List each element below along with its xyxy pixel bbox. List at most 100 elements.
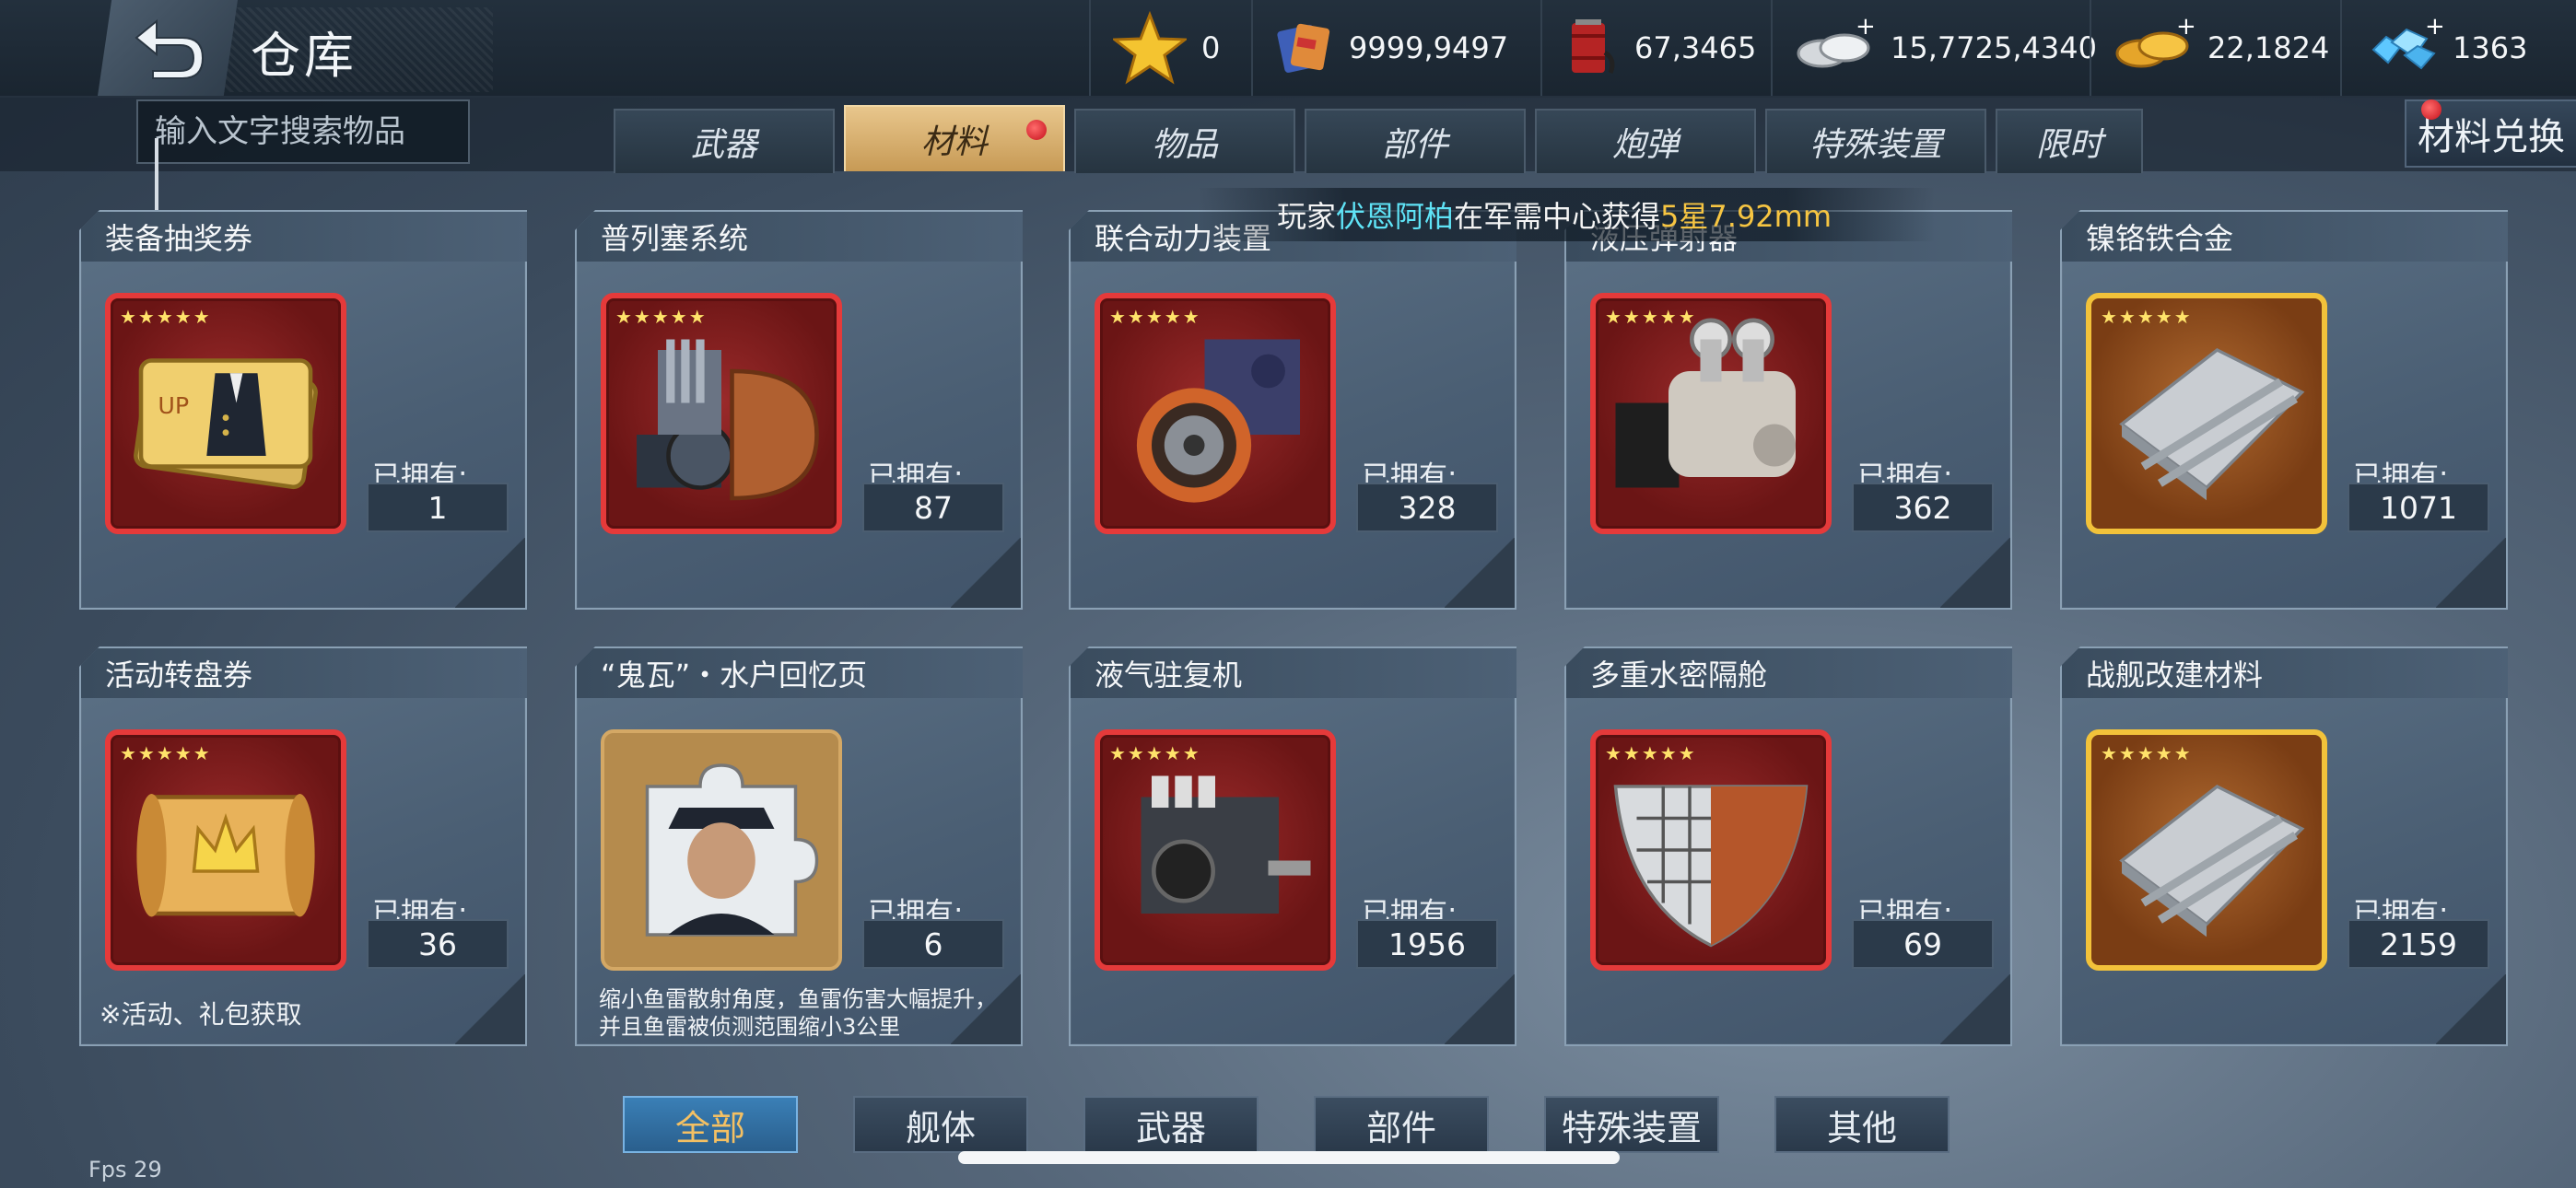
item-thumbnail[interactable]: ★★★★★	[1095, 729, 1336, 971]
filter-other[interactable]: 其他	[1774, 1096, 1950, 1153]
search-input[interactable]	[136, 99, 470, 164]
item-thumbnail[interactable]: UP ★★★★★	[105, 293, 346, 534]
engine-system-icon	[606, 298, 837, 529]
tab-materials[interactable]: 材料	[844, 105, 1065, 171]
ticker-middle: 在军需中心获得	[1454, 199, 1661, 234]
owned-count: 1956	[1356, 919, 1498, 969]
owned-count: 6	[862, 919, 1004, 969]
resource-diamond[interactable]: + 1363	[2340, 0, 2527, 96]
item-card[interactable]: 活动转盘券 ★★★★★ 已拥有: 36 ※活动、礼包获取	[79, 646, 527, 1046]
text-caret	[155, 138, 158, 212]
item-name: 装备抽奖券	[81, 212, 527, 262]
puzzle-portrait-icon	[604, 733, 838, 967]
item-thumbnail[interactable]: ★★★★★	[601, 293, 842, 534]
filter-all[interactable]: 全部	[623, 1096, 798, 1153]
diamond-plus-icon[interactable]: +	[2425, 13, 2445, 41]
ticket-icon: UP	[111, 298, 341, 529]
rarity-stars: ★★★★★	[1605, 742, 1697, 764]
silver-plus-icon[interactable]: +	[1856, 13, 1876, 41]
card-corner	[951, 974, 1021, 1044]
resource-gold-value: 22,1824	[2207, 30, 2330, 65]
item-card[interactable]: 普列塞系统 ★★★★★ 已拥有: 87	[575, 210, 1023, 610]
metal-plate-icon	[2091, 298, 2322, 529]
item-name: 战舰改建材料	[2062, 648, 2508, 698]
item-card[interactable]: 战舰改建材料 ★★★★★ 已拥有: 2159	[2060, 646, 2508, 1046]
item-thumbnail[interactable]	[601, 729, 842, 971]
tab-shells[interactable]: 炮弹	[1535, 109, 1756, 173]
card-corner	[2436, 538, 2506, 608]
resource-stars-value: 0	[1201, 30, 1221, 65]
resource-silver-value: 15,7725,4340	[1891, 30, 2097, 65]
tab-weapons[interactable]: 武器	[614, 109, 835, 173]
ticker-item: 5星7.92mm	[1660, 199, 1832, 234]
tab-limited[interactable]: 限时	[1996, 109, 2143, 173]
resource-oil-value: 67,3465	[1634, 30, 1757, 65]
material-exchange-button[interactable]: 材料兑换	[2405, 99, 2576, 168]
owned-count: 1	[367, 483, 509, 532]
rarity-stars: ★★★★★	[1605, 306, 1697, 328]
turbine-icon	[1100, 298, 1330, 529]
tab-parts[interactable]: 部件	[1305, 109, 1526, 173]
metal-plate-icon	[2091, 735, 2322, 965]
card-corner	[1445, 974, 1515, 1044]
item-thumbnail[interactable]: ★★★★★	[1590, 729, 1832, 971]
resource-silver[interactable]: + 15,7725,4340	[1771, 0, 2097, 96]
item-thumbnail[interactable]: ★★★★★	[1590, 293, 1832, 534]
item-card[interactable]: 液气驻复机 ★★★★★ 已拥有: 1956	[1069, 646, 1516, 1046]
rarity-stars: ★★★★★	[120, 742, 212, 764]
recoil-machine-icon	[1100, 735, 1330, 965]
card-corner	[2436, 974, 2506, 1044]
fps-counter: Fps 29	[88, 1157, 162, 1182]
rarity-stars: ★★★★★	[615, 306, 708, 328]
gold-plus-icon[interactable]: +	[2176, 13, 2196, 41]
item-thumbnail[interactable]: ★★★★★	[2086, 293, 2327, 534]
rarity-stars: ★★★★★	[120, 306, 212, 328]
item-card[interactable]: 联合动力装置 ★★★★★ 已拥有: 328	[1069, 210, 1516, 610]
card-corner	[951, 538, 1021, 608]
owned-count: 2159	[2348, 919, 2489, 969]
filter-hull[interactable]: 舰体	[853, 1096, 1028, 1153]
resource-diamond-value: 1363	[2453, 30, 2528, 65]
resource-supplies-value: 9999,9497	[1349, 30, 1509, 65]
item-source-note: ※活动、礼包获取	[100, 999, 302, 1030]
item-name: 镍铬铁合金	[2062, 212, 2508, 262]
item-card[interactable]: 多重水密隔舱 ★★★★★ 已拥有: 69	[1564, 646, 2012, 1046]
notification-dot-icon	[1026, 120, 1047, 140]
resource-gold[interactable]: + 22,1824	[2090, 0, 2329, 96]
back-button[interactable]	[98, 0, 238, 96]
rarity-stars: ★★★★★	[2101, 742, 2193, 764]
oil-barrel-icon	[1572, 19, 1615, 74]
item-card[interactable]: 装备抽奖券 UP ★★★★★ 已拥有: 1	[79, 210, 527, 610]
tab-special-devices[interactable]: 特殊装置	[1765, 109, 1986, 173]
card-corner	[1445, 538, 1515, 608]
item-thumbnail[interactable]: ★★★★★	[105, 729, 346, 971]
owned-count: 1071	[2348, 483, 2489, 532]
page-title: 仓库	[251, 27, 357, 85]
item-thumbnail[interactable]: ★★★★★	[1095, 293, 1336, 534]
filter-parts[interactable]: 部件	[1314, 1096, 1489, 1153]
item-thumbnail[interactable]: ★★★★★	[2086, 729, 2327, 971]
item-description: 缩小鱼雷散射角度，鱼雷伤害大幅提升，并且鱼雷被侦测范围缩小3公里	[599, 986, 997, 1040]
owned-count: 362	[1852, 483, 1994, 532]
item-card[interactable]: 镍铬铁合金 ★★★★★ 已拥有: 1071	[2060, 210, 2508, 610]
catapult-machine-icon	[1596, 298, 1826, 529]
filter-weapons[interactable]: 武器	[1083, 1096, 1259, 1153]
broadcast-ticker: 玩家 伏恩阿柏 在军需中心获得 5星7.92mm	[1198, 188, 1935, 241]
item-card[interactable]: 液压弹射器★★★★★已拥有:362	[1564, 210, 2012, 610]
item-name: 普列塞系统	[577, 212, 1023, 262]
card-corner	[1940, 974, 2010, 1044]
tab-items[interactable]: 物品	[1074, 109, 1295, 173]
star-icon	[1113, 11, 1187, 85]
supply-crate-icon	[1277, 23, 1330, 73]
item-name: 多重水密隔舱	[1566, 648, 2012, 698]
card-corner	[455, 538, 525, 608]
item-card[interactable]: “鬼瓦”・水户回忆页 已拥有: 6 缩小鱼雷散射角度，鱼雷伤害大幅提升，并且鱼雷被侦测…	[575, 646, 1023, 1046]
resource-supplies: 9999,9497	[1251, 0, 1508, 96]
owned-count: 328	[1356, 483, 1498, 532]
home-indicator[interactable]	[958, 1151, 1620, 1164]
card-corner	[455, 974, 525, 1044]
resource-oil: 67,3465	[1540, 0, 1756, 96]
filter-special-devices[interactable]: 特殊装置	[1544, 1096, 1719, 1153]
svg-text:UP: UP	[158, 392, 189, 419]
resource-stars: 0	[1089, 0, 1220, 96]
